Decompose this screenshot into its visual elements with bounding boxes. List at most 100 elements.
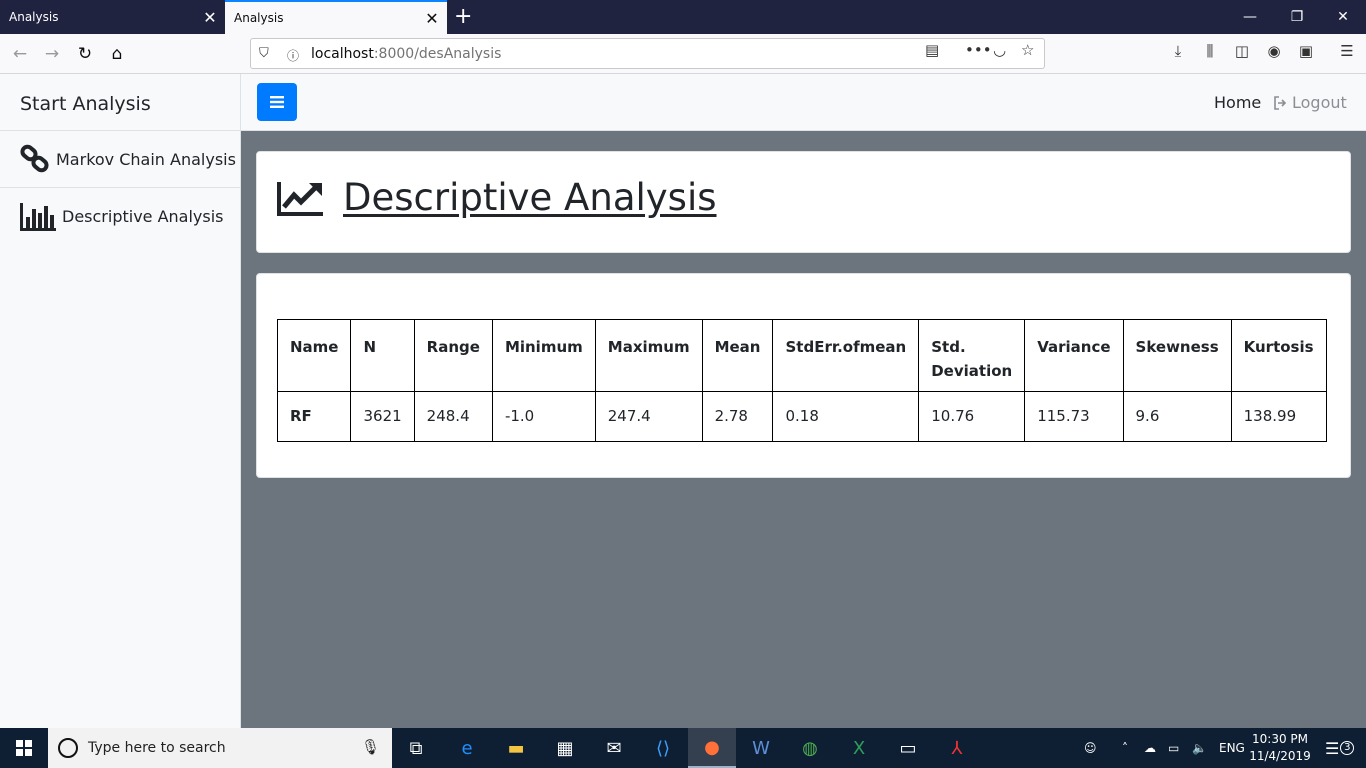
home-icon[interactable]: ⌂	[105, 42, 129, 66]
bar-chart-icon	[20, 202, 56, 231]
show-hidden-icons-icon[interactable]: ˄	[1122, 728, 1128, 768]
pocket-icon[interactable]: ◡	[993, 41, 1006, 59]
browser-tab-active[interactable]: Analysis ✕	[225, 0, 447, 34]
sidebar-item-markov[interactable]: Markov Chain Analysis	[0, 131, 240, 188]
library-icon[interactable]: ⫼	[1199, 42, 1221, 64]
table-row: RF 3621 248.4 -1.0 247.4 2.78 0.18 10.76…	[276, 391, 1327, 442]
info-icon[interactable]: ⓘ	[287, 47, 305, 63]
table-cell: 115.73	[1024, 391, 1124, 442]
column-header: StdErr.ofmean	[772, 319, 920, 392]
taskbar-clock[interactable]: 10:30 PM 11/4/2019	[1248, 731, 1312, 765]
table-cell: 248.4	[413, 391, 493, 442]
selenium-icon[interactable]: ▣	[1295, 42, 1317, 64]
word-icon[interactable]: W	[737, 728, 785, 768]
page-title[interactable]: Descriptive Analysis	[343, 176, 717, 219]
shield-icon[interactable]: ⛉	[259, 46, 279, 61]
terminal-icon[interactable]: ▭	[884, 728, 932, 768]
acrobat-icon[interactable]: ⅄	[933, 728, 981, 768]
notification-count: 3	[1340, 741, 1355, 755]
column-header: Range	[413, 319, 493, 392]
store-icon[interactable]: ▦	[541, 728, 589, 768]
stats-card: Name N Range Minimum Maximum Mean StdErr…	[256, 273, 1351, 478]
line-chart-icon	[277, 181, 323, 216]
table-header-row: Name N Range Minimum Maximum Mean StdErr…	[276, 319, 1327, 392]
reader-view-icon[interactable]: ▤	[925, 41, 939, 59]
tab-title: Analysis	[234, 11, 284, 25]
sidebar-toggle-icon[interactable]: ◫	[1231, 42, 1253, 64]
column-header: Kurtosis	[1230, 319, 1327, 392]
sidebar-item-label: Descriptive Analysis	[62, 207, 224, 226]
bookmark-star-icon[interactable]: ☆	[1021, 41, 1034, 59]
clock-time: 10:30 PM	[1252, 732, 1308, 746]
browser-nav-bar: ← → ↻ ⌂ ⛉ ⓘ localhost :8000/desAnalysis …	[0, 34, 1366, 74]
windows-taskbar: Type here to search 🎙 ⧉ e ▬ ▦ ✉ ⟨⟩ ● W ◍…	[0, 728, 1366, 768]
browser-tab[interactable]: Analysis ✕	[0, 0, 225, 34]
edge-icon[interactable]: e	[443, 728, 491, 768]
table-cell: 0.18	[772, 391, 920, 442]
column-header: Name	[276, 319, 352, 392]
main-content: Descriptive Analysis Name N Range Minimu…	[241, 131, 1366, 728]
network-icon[interactable]: ▭	[1168, 728, 1179, 768]
sidebar-title: Start Analysis	[0, 74, 240, 131]
task-view-icon[interactable]: ⧉	[392, 728, 440, 768]
windows-logo-icon	[16, 740, 32, 756]
sidebar-item-label: Markov Chain Analysis	[56, 149, 236, 169]
forward-icon[interactable]: →	[40, 42, 64, 66]
onedrive-icon[interactable]: ☁	[1144, 728, 1156, 768]
column-header: Variance	[1024, 319, 1124, 392]
table-cell: 3621	[350, 391, 415, 442]
microphone-icon[interactable]: 🎙	[361, 738, 380, 756]
browser-tab-bar: Analysis ✕ Analysis ✕ + — ❐ ✕	[0, 0, 1366, 34]
table-cell: 9.6	[1122, 391, 1232, 442]
file-explorer-icon[interactable]: ▬	[492, 728, 540, 768]
nav-logout-link[interactable]: Logout	[1273, 93, 1347, 112]
table-cell: 2.78	[701, 391, 774, 442]
page-header: Home Logout	[241, 74, 1366, 131]
notifications-icon[interactable]: ☰ 3	[1325, 728, 1355, 768]
people-icon[interactable]: ☺	[1084, 728, 1097, 768]
table-cell: -1.0	[491, 391, 596, 442]
table-cell: 10.76	[918, 391, 1026, 442]
restore-icon[interactable]: ❐	[1274, 0, 1320, 34]
new-tab-icon[interactable]: +	[454, 4, 472, 29]
clock-date: 11/4/2019	[1249, 749, 1311, 763]
table-cell: 247.4	[594, 391, 703, 442]
sidebar-toggle-button[interactable]	[257, 83, 297, 121]
close-tab-icon[interactable]: ✕	[417, 9, 447, 28]
column-header: Skewness	[1122, 319, 1232, 392]
sidebar-item-descriptive[interactable]: Descriptive Analysis	[0, 188, 240, 245]
sign-out-icon	[1274, 95, 1287, 110]
start-button[interactable]	[0, 728, 48, 768]
link-icon	[20, 144, 49, 173]
table-cell: RF	[276, 391, 352, 442]
tab-title: Analysis	[9, 10, 59, 24]
language-indicator[interactable]: ENG	[1219, 728, 1245, 768]
account-icon[interactable]: ◉	[1263, 42, 1285, 64]
nav-home-link[interactable]: Home	[1214, 93, 1261, 112]
minimize-icon[interactable]: —	[1227, 0, 1273, 34]
search-placeholder: Type here to search	[88, 740, 226, 756]
excel-icon[interactable]: X	[835, 728, 883, 768]
mail-icon[interactable]: ✉	[590, 728, 638, 768]
column-header: Std. Deviation	[918, 319, 1026, 392]
reload-icon[interactable]: ↻	[73, 42, 97, 66]
page-heading: Descriptive Analysis	[277, 176, 717, 219]
descriptive-stats-table: Name N Range Minimum Maximum Mean StdErr…	[276, 319, 1327, 442]
close-window-icon[interactable]: ✕	[1320, 0, 1366, 34]
close-tab-icon[interactable]: ✕	[195, 8, 225, 27]
logout-label: Logout	[1292, 93, 1347, 112]
taskbar-search-box[interactable]: Type here to search 🎙	[48, 728, 392, 768]
hamburger-icon	[270, 96, 284, 108]
back-icon[interactable]: ←	[8, 42, 32, 66]
download-icon[interactable]: ⤓	[1167, 42, 1189, 64]
firefox-icon[interactable]: ●	[688, 728, 736, 768]
column-header: N	[350, 319, 415, 392]
vscode-icon[interactable]: ⟨⟩	[639, 728, 687, 768]
chrome-icon[interactable]: ◍	[786, 728, 834, 768]
column-header: Mean	[701, 319, 774, 392]
sidebar: Start Analysis Markov Chain Analysis Des…	[0, 74, 241, 728]
volume-icon[interactable]: 🔈	[1192, 728, 1207, 768]
hamburger-menu-icon[interactable]: ☰	[1336, 42, 1358, 64]
more-actions-icon[interactable]: •••	[965, 41, 992, 59]
cortana-icon	[58, 738, 78, 758]
